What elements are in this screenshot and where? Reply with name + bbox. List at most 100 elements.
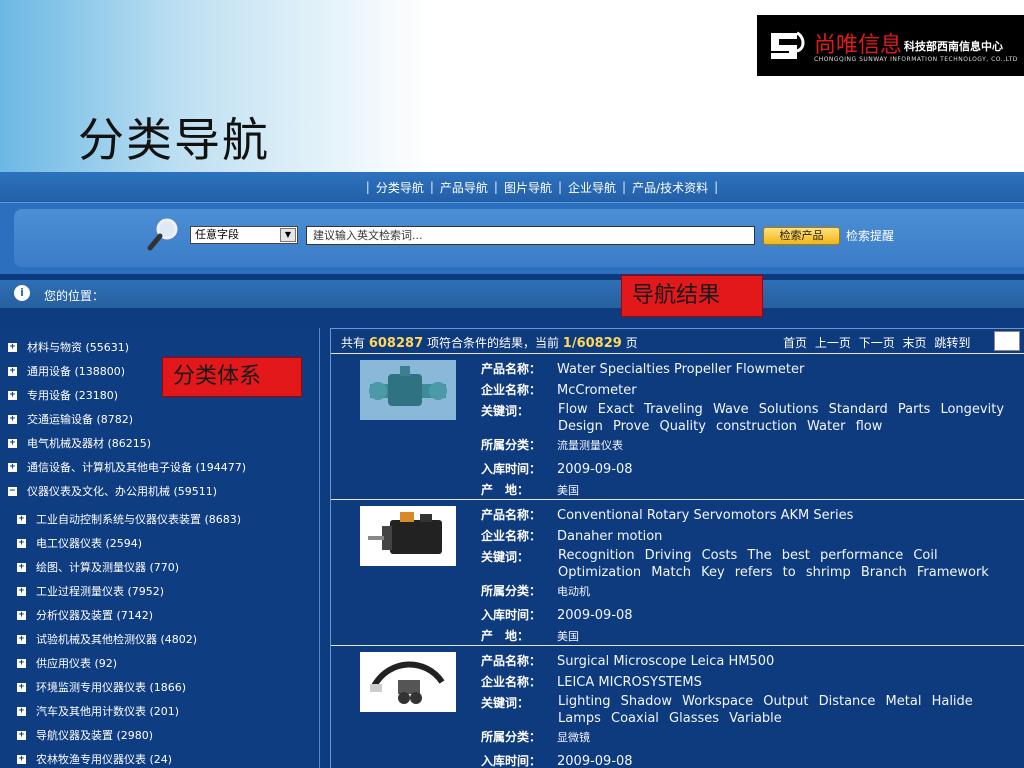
collapse-icon[interactable]: − [8, 486, 17, 496]
search-field-select-value: 任意字段 [195, 228, 239, 241]
field-label: 所属分类： [481, 730, 542, 744]
category-label: 绘图、计算及测量仪器 (770) [36, 561, 180, 574]
servomotor-image[interactable] [360, 506, 456, 566]
category-label: 交通运输设备 (8782) [27, 413, 134, 426]
expand-icon[interactable]: + [17, 514, 26, 524]
results-total: 608287 [368, 336, 424, 351]
category-item[interactable]: + 工业自动控制系统与仪器仪表装置 (8683) [17, 510, 241, 528]
category-label: 专用设备 (23180) [27, 389, 119, 402]
product-card[interactable]: 产品名称： Water Specialties Propeller Flowmet… [331, 353, 1024, 499]
category-item[interactable]: + 试验机械及其他检测仪器 (4802) [17, 630, 197, 648]
field-value: 2009-09-08 [557, 754, 633, 768]
category-label: 试验机械及其他检测仪器 (4802) [36, 633, 198, 646]
category-item[interactable]: − 仪器仪表及文化、办公用机械 (59511) [8, 482, 217, 500]
nav-separator: | [557, 180, 563, 194]
category-item[interactable]: + 环境监测专用仪器仪表 (1866) [17, 678, 186, 696]
expand-icon[interactable]: + [17, 754, 26, 764]
expand-icon[interactable]: + [8, 438, 17, 448]
field-value[interactable]: Danaher motion [557, 529, 662, 544]
category-item[interactable]: + 汽车及其他用计数仪表 (201) [17, 702, 179, 720]
logo-chinese-name: 尚唯信息 [814, 33, 903, 58]
search-tips-link[interactable]: 检索提醒 [846, 227, 894, 244]
nav-link-product[interactable]: 产品导航 [440, 179, 488, 196]
nav-link-company[interactable]: 企业导航 [568, 179, 616, 196]
pager-prev[interactable]: 上一页 [815, 336, 851, 350]
field-label: 企业名称： [481, 675, 542, 689]
expand-icon[interactable]: + [8, 462, 17, 472]
field-value[interactable]: Water Specialties Propeller Flowmeter [557, 362, 804, 377]
expand-icon[interactable]: + [17, 706, 26, 716]
expand-icon[interactable]: + [8, 366, 17, 376]
category-item[interactable]: + 交通运输设备 (8782) [8, 410, 133, 428]
product-card[interactable]: 产品名称： Surgical Microscope Leica HM500 企业名称… [331, 645, 1024, 768]
page-jump-input[interactable] [994, 331, 1020, 351]
field-value[interactable]: McCrometer [557, 383, 637, 398]
product-field-date: 入库时间： 2009-09-08 [481, 752, 633, 768]
pager-last[interactable]: 末页 [903, 336, 927, 350]
results-panel: 共有 608287 项符合条件的结果，当前 1/60829 页 首页 上一页 下… [330, 328, 1024, 768]
category-item[interactable]: + 电工仪器仪表 (2594) [17, 534, 142, 552]
field-value[interactable]: Conventional Rotary Servomotors AKM Seri… [557, 508, 853, 523]
category-item[interactable]: + 绘图、计算及测量仪器 (770) [17, 558, 179, 576]
search-field-select[interactable]: 任意字段 ▼ [190, 226, 298, 244]
field-value: 显微镜 [557, 731, 590, 744]
expand-icon[interactable]: + [17, 538, 26, 548]
category-item[interactable]: + 通信设备、计算机及其他电子设备 (194477) [8, 458, 246, 476]
category-item[interactable]: + 电气机械及器材 (86215) [8, 434, 151, 452]
product-field-name: 产品名称： Conventional Rotary Servomotors AKM… [481, 506, 853, 523]
expand-icon[interactable]: + [8, 414, 17, 424]
field-label: 入库时间： [481, 462, 542, 476]
expand-icon[interactable]: + [8, 342, 17, 352]
microscope-image[interactable] [360, 652, 456, 712]
category-item[interactable]: + 农林牧渔专用仪器仪表 (24) [17, 750, 172, 768]
flowmeter-image[interactable] [360, 360, 456, 420]
callout-categories: 分类体系 [162, 357, 302, 397]
category-item[interactable]: + 供应用仪表 (92) [17, 654, 117, 672]
field-label: 关键词： [481, 696, 530, 710]
expand-icon[interactable]: + [17, 610, 26, 620]
results-count: 共有 608287 项符合条件的结果，当前 1/60829 页 [341, 334, 638, 351]
expand-icon[interactable]: + [17, 562, 26, 572]
expand-icon[interactable]: + [17, 730, 26, 740]
search-input[interactable]: 建议输入英文检索词... [306, 226, 755, 245]
expand-icon[interactable]: + [17, 682, 26, 692]
category-label: 通信设备、计算机及其他电子设备 (194477) [27, 461, 247, 474]
product-field-date: 入库时间： 2009-09-08 [481, 606, 633, 623]
location-bar: i 您的位置： [0, 274, 1024, 308]
category-item[interactable]: + 分析仪器及装置 (7142) [17, 606, 153, 624]
logo-mark-icon [771, 31, 805, 59]
field-label: 产 地： [481, 629, 530, 643]
field-value: 美国 [557, 630, 579, 643]
field-value: 2009-09-08 [557, 462, 633, 477]
nav-link-docs[interactable]: 产品/技术资料 [632, 179, 708, 196]
product-field-name: 产品名称： Water Specialties Propeller Flowmet… [481, 360, 804, 377]
chevron-down-icon: ▼ [280, 228, 296, 242]
category-item[interactable]: + 材料与物资 (55631) [8, 338, 129, 356]
field-value[interactable]: LEICA MICROSYSTEMS [557, 675, 702, 690]
category-item[interactable]: + 专用设备 (23180) [8, 386, 118, 404]
product-field-category: 所属分类： 电动机 [481, 582, 590, 599]
search-icon [147, 218, 178, 251]
category-label: 导航仪器及装置 (2980) [36, 729, 154, 742]
field-label: 产品名称： [481, 362, 542, 376]
category-item[interactable]: + 导航仪器及装置 (2980) [17, 726, 153, 744]
category-label: 农林牧渔专用仪器仪表 (24) [36, 753, 173, 766]
expand-icon[interactable]: + [17, 634, 26, 644]
field-label: 产品名称： [481, 654, 542, 668]
expand-icon[interactable]: + [8, 390, 17, 400]
field-value: 电动机 [557, 585, 590, 598]
category-item[interactable]: + 通用设备 (138800) [8, 362, 125, 380]
field-value[interactable]: Surgical Microscope Leica HM500 [557, 654, 774, 669]
pager-next[interactable]: 下一页 [859, 336, 895, 350]
category-item[interactable]: + 工业过程测量仪表 (7952) [17, 582, 164, 600]
nav-link-image[interactable]: 图片导航 [504, 179, 552, 196]
info-icon: i [14, 285, 30, 301]
search-product-button[interactable]: 检索产品 [763, 227, 840, 245]
product-field-keywords: 关键词： [481, 548, 557, 565]
product-card[interactable]: 产品名称： Conventional Rotary Servomotors AKM… [331, 499, 1024, 645]
expand-icon[interactable]: + [17, 586, 26, 596]
pager-first[interactable]: 首页 [783, 336, 807, 350]
results-count-suffix: 页 [625, 336, 638, 350]
expand-icon[interactable]: + [17, 658, 26, 668]
nav-link-category[interactable]: 分类导航 [376, 179, 424, 196]
